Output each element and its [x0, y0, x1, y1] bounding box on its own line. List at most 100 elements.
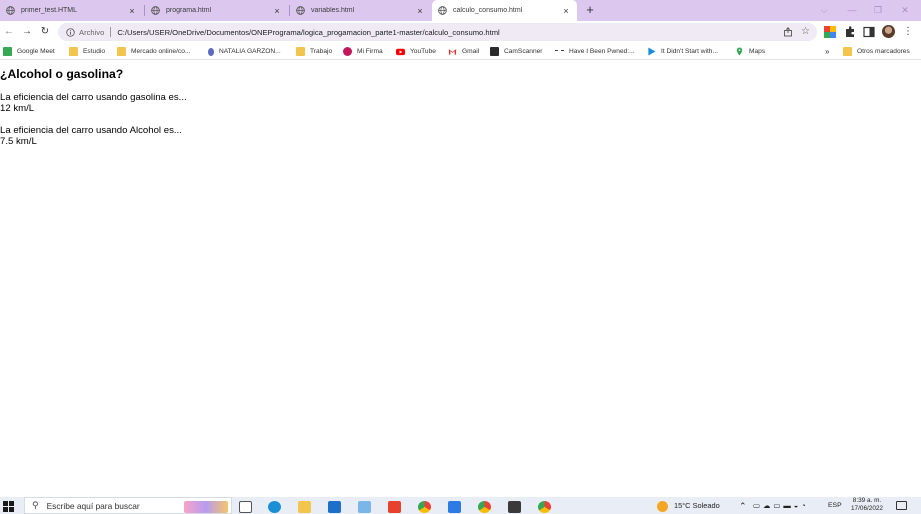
search-icon: ⚲ [32, 500, 39, 510]
bookmark-label: Mi Firma [357, 48, 383, 55]
windows-taskbar: ⚲ Escribe aquí para buscar 15°C Soleado … [0, 497, 921, 514]
office-icon[interactable] [388, 501, 401, 513]
trophy-icon [208, 47, 214, 56]
bookmark-gmail[interactable]: Gmail [448, 45, 479, 58]
clock-time: 8:39 a. m. [852, 497, 882, 504]
weather-sun-icon [657, 501, 668, 512]
bookmark-label: YouTube [410, 48, 436, 55]
restore-button[interactable]: ❐ [868, 2, 888, 18]
sublime-text-icon[interactable] [508, 501, 521, 513]
tab-primer-test[interactable]: primer_test.HTML × [0, 0, 143, 21]
tab-title: variables.html [311, 7, 355, 14]
page-content: ¿Alcohol o gasolina? La eficiencia del c… [0, 61, 921, 497]
task-view-icon[interactable] [239, 501, 252, 513]
bookmark-label: Maps [749, 48, 766, 55]
bookmark-label: It Didn't Start with... [661, 48, 718, 55]
tab-programa[interactable]: programa.html × [145, 0, 288, 21]
bookmark-trabajo[interactable]: Trabajo [296, 45, 332, 58]
alcohol-efficiency-value: 7.5 km/L [0, 136, 37, 147]
bookmark-maps[interactable]: Maps [735, 45, 765, 58]
folder-icon [117, 47, 126, 56]
tab-strip: primer_test.HTML × programa.html × varia… [0, 0, 921, 21]
meet-icon [3, 47, 12, 56]
chrome-icon[interactable] [418, 501, 431, 513]
folder-icon [69, 47, 78, 56]
tab-variables[interactable]: variables.html × [290, 0, 431, 21]
taskbar-search-placeholder: Escribe aquí para buscar [46, 500, 140, 511]
close-window-button[interactable]: ✕ [895, 2, 915, 18]
info-icon[interactable] [66, 27, 75, 37]
bookmark-label: Otros marcadores [857, 48, 910, 55]
bookmark-label: Google Meet [17, 48, 55, 55]
gmail-icon [448, 49, 457, 55]
bookmark-youtube[interactable]: YouTube [396, 45, 436, 58]
file-explorer-icon[interactable] [298, 501, 311, 513]
minimize-button[interactable]: — [842, 2, 862, 18]
profile-avatar[interactable] [882, 25, 895, 38]
tab-title: calculo_consumo.html [453, 7, 523, 14]
bookmark-label: Have I Been Pwned:... [569, 48, 635, 55]
folder-icon [843, 47, 852, 56]
tab-close-button[interactable]: × [127, 6, 137, 16]
mail-icon[interactable] [328, 501, 341, 513]
camscanner-icon [490, 47, 499, 56]
tray-status-icons[interactable]: ▭☁▭▬◒◔ [753, 500, 809, 512]
side-panel-icon[interactable] [863, 26, 875, 38]
share-icon[interactable] [783, 27, 793, 37]
other-bookmarks[interactable]: Otros marcadores [843, 45, 910, 58]
chrome-active-icon[interactable] [538, 501, 551, 513]
globe-icon [6, 6, 15, 15]
tray-chevron-icon[interactable]: ⌃ [739, 500, 747, 512]
bookmark-it-didnt-start[interactable]: It Didn't Start with... [647, 45, 718, 58]
tab-close-button[interactable]: × [561, 6, 571, 16]
bookmark-label: NATALIA GARZON... [219, 48, 281, 55]
bookmarks-bar: Google Meet Estudio Mercado online/co...… [0, 43, 921, 60]
back-button[interactable]: ← [2, 25, 16, 39]
alcohol-efficiency-label: La eficiencia del carro usando Alcohol e… [0, 125, 182, 136]
folder-icon [296, 47, 305, 56]
url-text[interactable]: C:/Users/USER/OneDrive/Documentos/ONEPro… [117, 28, 499, 37]
taskbar-clock[interactable]: 8:39 a. m. 17/06/2022 [850, 497, 884, 513]
youtube-icon [396, 48, 405, 56]
browser-menu-icon[interactable]: ⋮ [903, 25, 913, 39]
tab-title: primer_test.HTML [21, 7, 78, 14]
bookmarks-overflow-button[interactable]: » [825, 45, 829, 58]
tab-close-button[interactable]: × [272, 6, 282, 16]
chrome-profile-icon[interactable] [478, 501, 491, 513]
edge-icon[interactable] [268, 501, 281, 513]
bookmark-mi-firma[interactable]: Mi Firma [343, 45, 383, 58]
notifications-icon[interactable] [896, 501, 907, 510]
forward-button[interactable]: → [20, 25, 34, 39]
omnibox-divider [110, 27, 112, 37]
tab-close-button[interactable]: × [415, 6, 425, 16]
new-tab-button[interactable]: + [582, 2, 598, 18]
address-bar[interactable]: Archivo C:/Users/USER/OneDrive/Documento… [58, 23, 817, 41]
bookmark-label: Gmail [462, 48, 480, 55]
bookmark-natalia[interactable]: NATALIA GARZON... [208, 45, 281, 58]
reload-button[interactable]: ↻ [38, 25, 52, 39]
todo-icon[interactable] [448, 501, 461, 513]
bookmark-have-i-been-pwned[interactable]: Have I Been Pwned:... [555, 45, 635, 58]
tab-calculo-consumo[interactable]: calculo_consumo.html × [432, 0, 577, 21]
tab-search-button[interactable]: ⌵ [814, 2, 834, 18]
bookmark-google-meet[interactable]: Google Meet [3, 45, 55, 58]
scheme-label: Archivo [79, 27, 105, 37]
bookmark-camscanner[interactable]: CamScanner [490, 45, 542, 58]
extension-colorful-icon[interactable] [824, 26, 836, 38]
bookmark-mercado[interactable]: Mercado online/co... [117, 45, 190, 58]
extensions-puzzle-icon[interactable] [844, 26, 856, 38]
language-indicator[interactable]: ESP [828, 500, 842, 512]
search-highlight-icon[interactable] [184, 501, 228, 513]
bookmark-label: Trabajo [310, 48, 333, 55]
photos-icon[interactable] [358, 501, 371, 513]
globe-icon [151, 6, 160, 15]
globe-icon [438, 6, 447, 15]
windows-start-icon[interactable] [3, 501, 14, 512]
bookmark-star-icon[interactable]: ☆ [801, 25, 810, 39]
gasoline-efficiency-value: 12 km/L [0, 103, 35, 114]
bookmark-estudio[interactable]: Estudio [69, 45, 105, 58]
maps-icon [736, 47, 743, 56]
tab-title: programa.html [166, 7, 212, 14]
weather-text[interactable]: 15°C Soleado [674, 500, 720, 512]
gasoline-efficiency-label: La eficiencia del carro usando gasolina … [0, 92, 187, 103]
